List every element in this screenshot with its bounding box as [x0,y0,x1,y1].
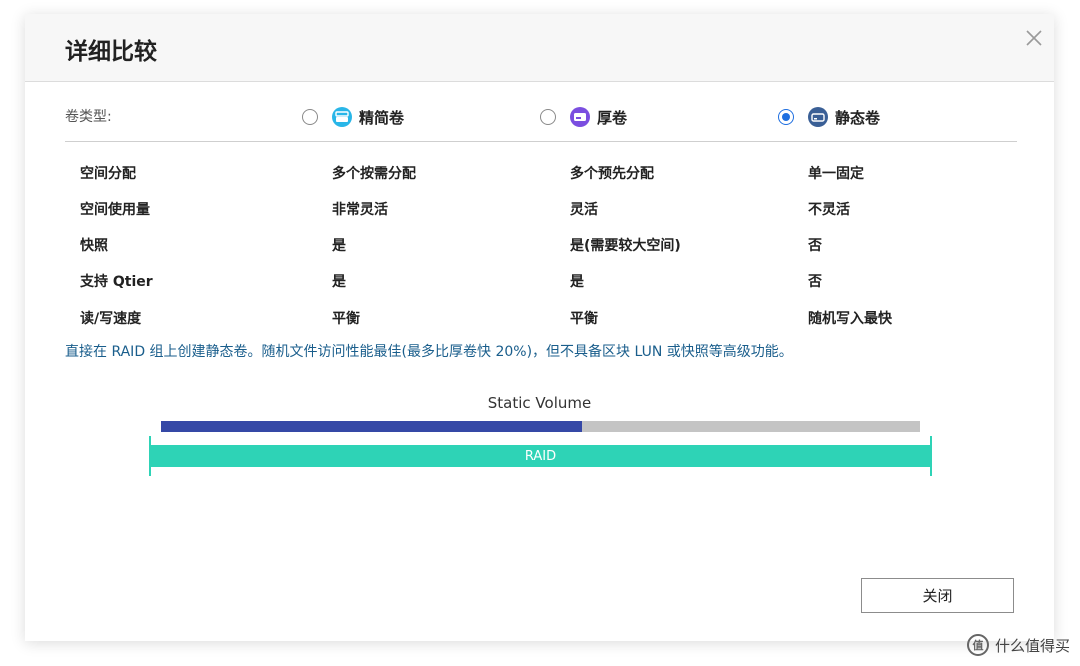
option-thin-volume[interactable]: 精简卷 [302,106,404,128]
compare-row-space-allocation: 空间分配 多个按需分配 多个预先分配 单一固定 [25,163,1054,183]
watermark-text: 什么值得买 [994,636,1070,655]
option-thick-label: 厚卷 [597,108,628,127]
close-icon[interactable] [1020,24,1048,52]
thick-volume-icon [570,107,590,127]
radio-static-volume[interactable] [778,109,794,125]
row-label: 空间分配 [80,166,136,182]
static-value: 随机写入最快 [808,311,892,327]
static-value: 不灵活 [808,202,850,218]
static-value: 否 [808,274,822,290]
row-label: 空间使用量 [80,202,150,218]
dialog-title: 详细比较 [65,39,157,65]
compare-row-qtier: 支持 Qtier 是 是 否 [25,271,1054,291]
option-thin-label: 精简卷 [359,108,405,127]
thick-value: 灵活 [570,202,598,218]
row-label: 快照 [80,238,108,254]
diagram-volume-label: Static Volume [487,394,592,412]
thin-value: 非常灵活 [332,202,388,218]
watermark-logo-icon: 值 [966,634,989,656]
compare-row-space-usage: 空间使用量 非常灵活 灵活 不灵活 [25,199,1054,219]
compare-row-rw-speed: 读/写速度 平衡 平衡 随机写入最快 [25,308,1054,328]
volume-bar-track [161,421,920,432]
static-value: 单一固定 [808,166,864,182]
option-thick-volume[interactable]: 厚卷 [540,106,627,128]
row-label: 读/写速度 [80,311,142,327]
dialog-header: 详细比较 [25,14,1054,82]
watermark: 值 什么值得买 [966,634,1070,656]
thin-value: 多个按需分配 [332,166,416,182]
thick-value: 是 [570,274,584,290]
thin-value: 平衡 [332,311,360,327]
thin-volume-icon [332,107,352,127]
static-volume-icon [808,107,828,127]
radio-thin-volume[interactable] [302,109,318,125]
volume-bar-fill [161,421,583,432]
volume-type-label: 卷类型: [65,109,112,125]
raid-bar: RAID [149,436,932,476]
thick-value: 平衡 [570,311,598,327]
thick-value: 是(需要较大空间) [570,238,681,254]
option-static-label: 静态卷 [835,108,881,127]
option-static-volume[interactable]: 静态卷 [778,106,880,128]
static-value: 否 [808,238,822,254]
thin-value: 是 [332,274,346,290]
divider [65,141,1017,142]
thin-value: 是 [332,238,346,254]
thick-value: 多个预先分配 [570,166,654,182]
row-label: 支持 Qtier [80,274,153,290]
volume-description: 直接在 RAID 组上创建静态卷。随机文件访问性能最佳(最多比厚卷快 20%)，… [65,344,793,360]
compare-row-snapshot: 快照 是 是(需要较大空间) 否 [25,235,1054,255]
compare-dialog: 详细比较 卷类型: 精简卷 厚卷 静态卷 空间分配 多个按需分配 多个预先分配 … [25,14,1054,641]
close-button[interactable]: 关闭 [861,578,1014,613]
radio-thick-volume[interactable] [540,109,556,125]
raid-label: RAID [149,445,932,467]
